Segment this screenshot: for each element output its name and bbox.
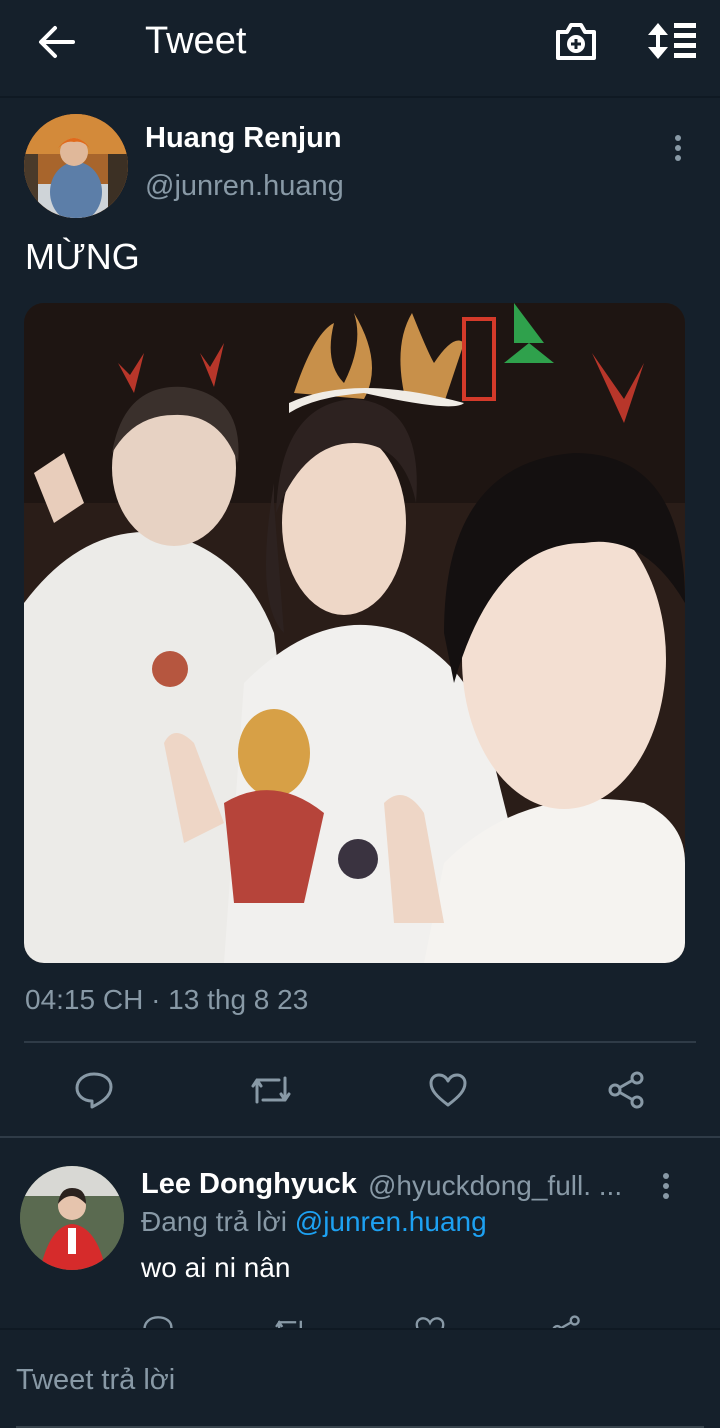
author-handle[interactable]: @junren.huang [145, 170, 344, 203]
reply-author-name[interactable]: Lee Donghyuck [141, 1168, 357, 1201]
retweet-icon [275, 1320, 302, 1328]
tweet-timestamp: 04:15 CH · 13 thg 8 23 [25, 984, 309, 1015]
replying-to-label: Đang trả lời [141, 1206, 287, 1237]
share-icon [552, 1315, 580, 1328]
sort-list-icon [648, 23, 696, 59]
like-button[interactable] [426, 1068, 470, 1112]
page-title: Tweet [145, 20, 247, 62]
reply-retweet-button[interactable] [272, 1312, 308, 1328]
back-button[interactable] [32, 20, 80, 64]
reply-author-avatar[interactable] [20, 1166, 124, 1270]
reply-more-options-button[interactable] [652, 1170, 680, 1202]
share-icon [608, 1071, 644, 1109]
author-name[interactable]: Huang Renjun [145, 122, 342, 155]
more-vertical-icon [663, 1173, 669, 1199]
reply-author-handle[interactable]: @hyuckdong_full. ... [368, 1170, 640, 1202]
camera-plus-icon [556, 23, 596, 60]
tweet-text: MỪNG [25, 236, 140, 277]
avatar-image [24, 114, 128, 218]
more-options-button[interactable] [664, 132, 692, 164]
tweet-photo[interactable] [24, 303, 685, 963]
like-icon [415, 1317, 445, 1328]
reply-icon [143, 1316, 173, 1328]
replying-to-mention[interactable]: @junren.huang [295, 1206, 487, 1237]
reply-actions [0, 1308, 720, 1328]
sort-button[interactable] [644, 18, 700, 64]
retweet-button[interactable] [249, 1068, 293, 1112]
replying-to-line: Đang trả lời @junren.huang [141, 1206, 487, 1238]
reply-input[interactable] [16, 1358, 696, 1402]
share-button[interactable] [604, 1068, 648, 1112]
divider [24, 1041, 696, 1043]
photo-image [24, 303, 685, 963]
retweet-icon [251, 1076, 291, 1104]
more-vertical-icon [675, 135, 681, 161]
reply-icon [75, 1072, 113, 1109]
reply-like-button[interactable] [412, 1312, 448, 1328]
arrow-left-icon [39, 26, 75, 58]
main-tweet: Huang Renjun @junren.huang MỪNG 04:15 CH… [0, 100, 720, 1138]
reply-share-button[interactable] [548, 1312, 584, 1328]
reply-reply-button[interactable] [140, 1312, 176, 1328]
tweet-actions [0, 1060, 720, 1120]
reply-button[interactable] [72, 1068, 116, 1112]
avatar-image [20, 1166, 124, 1270]
reply-text: wo ai ni nân [141, 1252, 291, 1283]
like-icon [429, 1073, 467, 1107]
top-bar: Tweet [0, 0, 720, 98]
author-avatar[interactable] [24, 114, 128, 218]
reply-tweet[interactable]: Lee Donghyuck @hyuckdong_full. ... Đang … [0, 1140, 720, 1328]
reply-composer [0, 1328, 720, 1428]
camera-button[interactable] [552, 18, 600, 64]
